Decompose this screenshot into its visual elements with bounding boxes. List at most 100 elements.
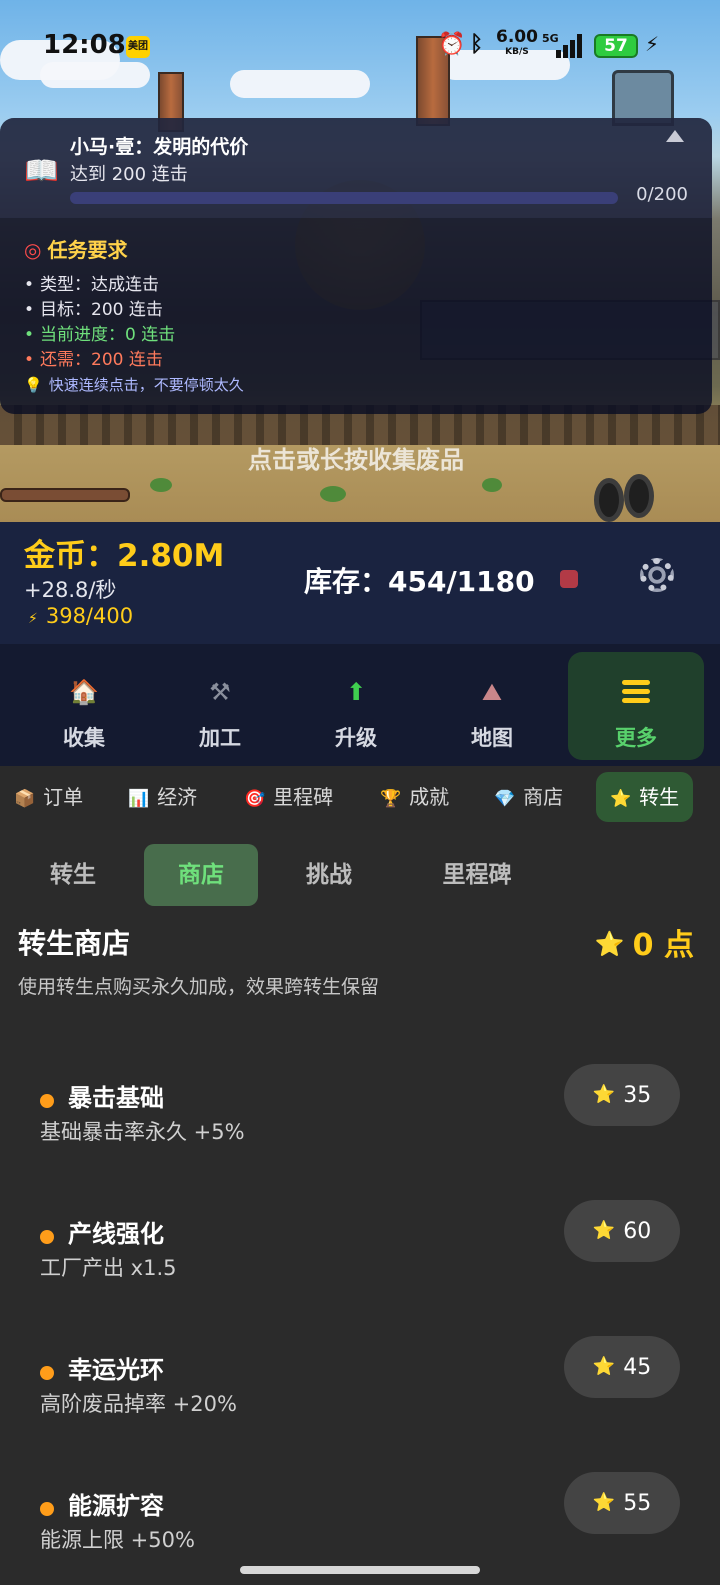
tap-hint: 点击或长按收集废品 [248,446,464,474]
item-description: 高阶废品掉率 +20% [40,1392,237,1416]
nav-collect[interactable]: 🏠 收集 [16,652,152,760]
shop-description: 使用转生点购买永久加成，效果跨转生保留 [18,976,380,998]
requirements-title: ◎ 任务要求 [24,234,127,263]
buy-button[interactable]: ⭐ 55 [564,1472,680,1534]
buy-button[interactable]: ⭐ 45 [564,1336,680,1398]
home-indicator[interactable] [240,1566,480,1574]
buy-button[interactable]: ⭐ 35 [564,1064,680,1126]
bullet-icon [40,1230,54,1244]
star-icon: ⭐ [594,930,625,958]
item-description: 基础暴击率永久 +5% [40,1120,245,1144]
quest-progress-text: 0/200 [636,184,688,205]
map-icon: ⛰ [481,678,503,706]
up-arrow-icon: ⬆ [345,678,367,706]
gift-icon[interactable] [560,570,578,588]
nav-label: 地图 [471,726,513,750]
subtab-rebirth[interactable]: ⭐ 转生 [596,772,694,822]
gear-icon[interactable] [640,558,674,592]
segment-milestones[interactable]: 里程碑 [412,844,542,906]
item-cost: 60 [623,1219,652,1244]
bullet-icon [40,1094,54,1108]
chart-icon: 📊 [128,789,150,809]
target-icon: 🎯 [244,789,266,809]
subtab-orders[interactable]: 📦 订单 [14,772,83,822]
subtab-shop[interactable]: 💎 商店 [494,772,563,822]
subtab-label: 里程碑 [273,785,334,809]
requirements-label: 任务要求 [47,238,128,262]
rebirth-points: ⭐ 0 点 [595,920,694,964]
requirement-line: • 当前进度：0 连击 [24,325,176,345]
quest-tip: 💡 快速连续点击，不要停顿太久 [24,374,244,395]
item-cost: 35 [623,1083,652,1108]
quest-subtitle: 达到 200 连击 [70,164,188,185]
storage-amount: 库存：454/1180 [304,565,535,598]
shop-item: 幸运光环 高阶废品掉率 +20% ⭐ 45 [0,1336,720,1460]
grass-tuft [320,486,346,502]
gold-amount: 金币：2.80M [24,538,225,574]
subtab-label: 经济 [157,785,198,809]
segment-rebirth[interactable]: 转生 [18,844,128,906]
nav-label: 加工 [199,726,241,750]
nav-label: 升级 [335,726,377,750]
meituan-badge-icon: 美团 [126,36,150,58]
segment-shop[interactable]: 商店 [144,844,258,906]
subtab-economy[interactable]: 📊 经济 [128,772,197,822]
trophy-icon: 🏆 [380,789,402,809]
nav-map[interactable]: ⛰ 地图 [424,652,560,760]
tip-text: 快速连续点击，不要停顿太久 [48,376,244,394]
item-cost: 55 [623,1491,652,1516]
requirement-text: 目标：200 连击 [40,300,163,320]
rusty-pipe [0,488,130,502]
subtab-label: 商店 [523,785,564,809]
item-name: 幸运光环 [68,1356,164,1384]
shop-item: 暴击基础 基础暴击率永久 +5% ⭐ 35 [0,1064,720,1188]
net-speed-unit: KB/S [505,47,529,57]
item-name: 暴击基础 [68,1084,164,1112]
box-icon: 📦 [14,789,36,809]
battery-icon: 57 [594,34,638,58]
nav-more[interactable]: 更多 [568,652,704,760]
tire [594,478,624,522]
energy-value: 398/400 [45,604,134,628]
status-time: 12:08 [43,30,126,60]
subtab-achievements[interactable]: 🏆 成就 [380,772,449,822]
requirement-text: 当前进度：0 连击 [40,325,176,345]
buy-button[interactable]: ⭐ 60 [564,1200,680,1262]
segment-challenge[interactable]: 挑战 [274,844,384,906]
gold-rate: +28.8/秒 [24,578,117,602]
house-icon: 🏠 [69,678,99,706]
subtab-label: 成就 [409,785,450,809]
shop-item: 产线强化 工厂产出 x1.5 ⭐ 60 [0,1200,720,1324]
star-icon: ⭐ [592,1084,616,1105]
sub-tabs: 📦 订单 📊 经济 🎯 里程碑 🏆 成就 💎 商店 ⭐ 转生 [0,766,720,830]
points-value: 0 点 [632,928,694,963]
book-icon: 📖 [24,154,59,187]
nav-label: 更多 [615,726,657,750]
lightbulb-icon: 💡 [24,376,43,394]
subtab-label: 转生 [639,785,680,809]
nav-process[interactable]: ⚒ 加工 [152,652,288,760]
tire [624,474,654,518]
star-icon: ⭐ [592,1220,616,1241]
item-name: 产线强化 [68,1220,164,1248]
requirement-line: • 类型：达成连击 [24,275,160,295]
target-icon: ◎ [24,238,42,262]
quest-header[interactable]: 📖 小马·壹：发明的代价 达到 200 连击 0/200 [0,118,712,218]
item-description: 能源上限 +50% [40,1528,195,1552]
star-icon: ⭐ [610,789,632,809]
subtab-milestones[interactable]: 🎯 里程碑 [244,772,333,822]
collapse-icon[interactable] [666,130,684,142]
requirement-text: 还需：200 连击 [40,350,163,370]
net-speed-value: 6.00 [496,27,538,47]
grass-tuft [482,478,502,492]
subtab-label: 订单 [43,785,84,809]
item-description: 工厂产出 x1.5 [40,1256,177,1280]
menu-icon [622,680,650,703]
item-cost: 45 [623,1355,652,1380]
grass-tuft [150,478,172,492]
quest-panel[interactable]: 📖 小马·壹：发明的代价 达到 200 连击 0/200 ◎ 任务要求 • 类型：达… [0,118,712,414]
item-name: 能源扩容 [68,1492,164,1520]
nav-upgrade[interactable]: ⬆ 升级 [288,652,424,760]
signal-icon [556,34,584,58]
net-speed: 6.00 KB/S [496,27,538,60]
